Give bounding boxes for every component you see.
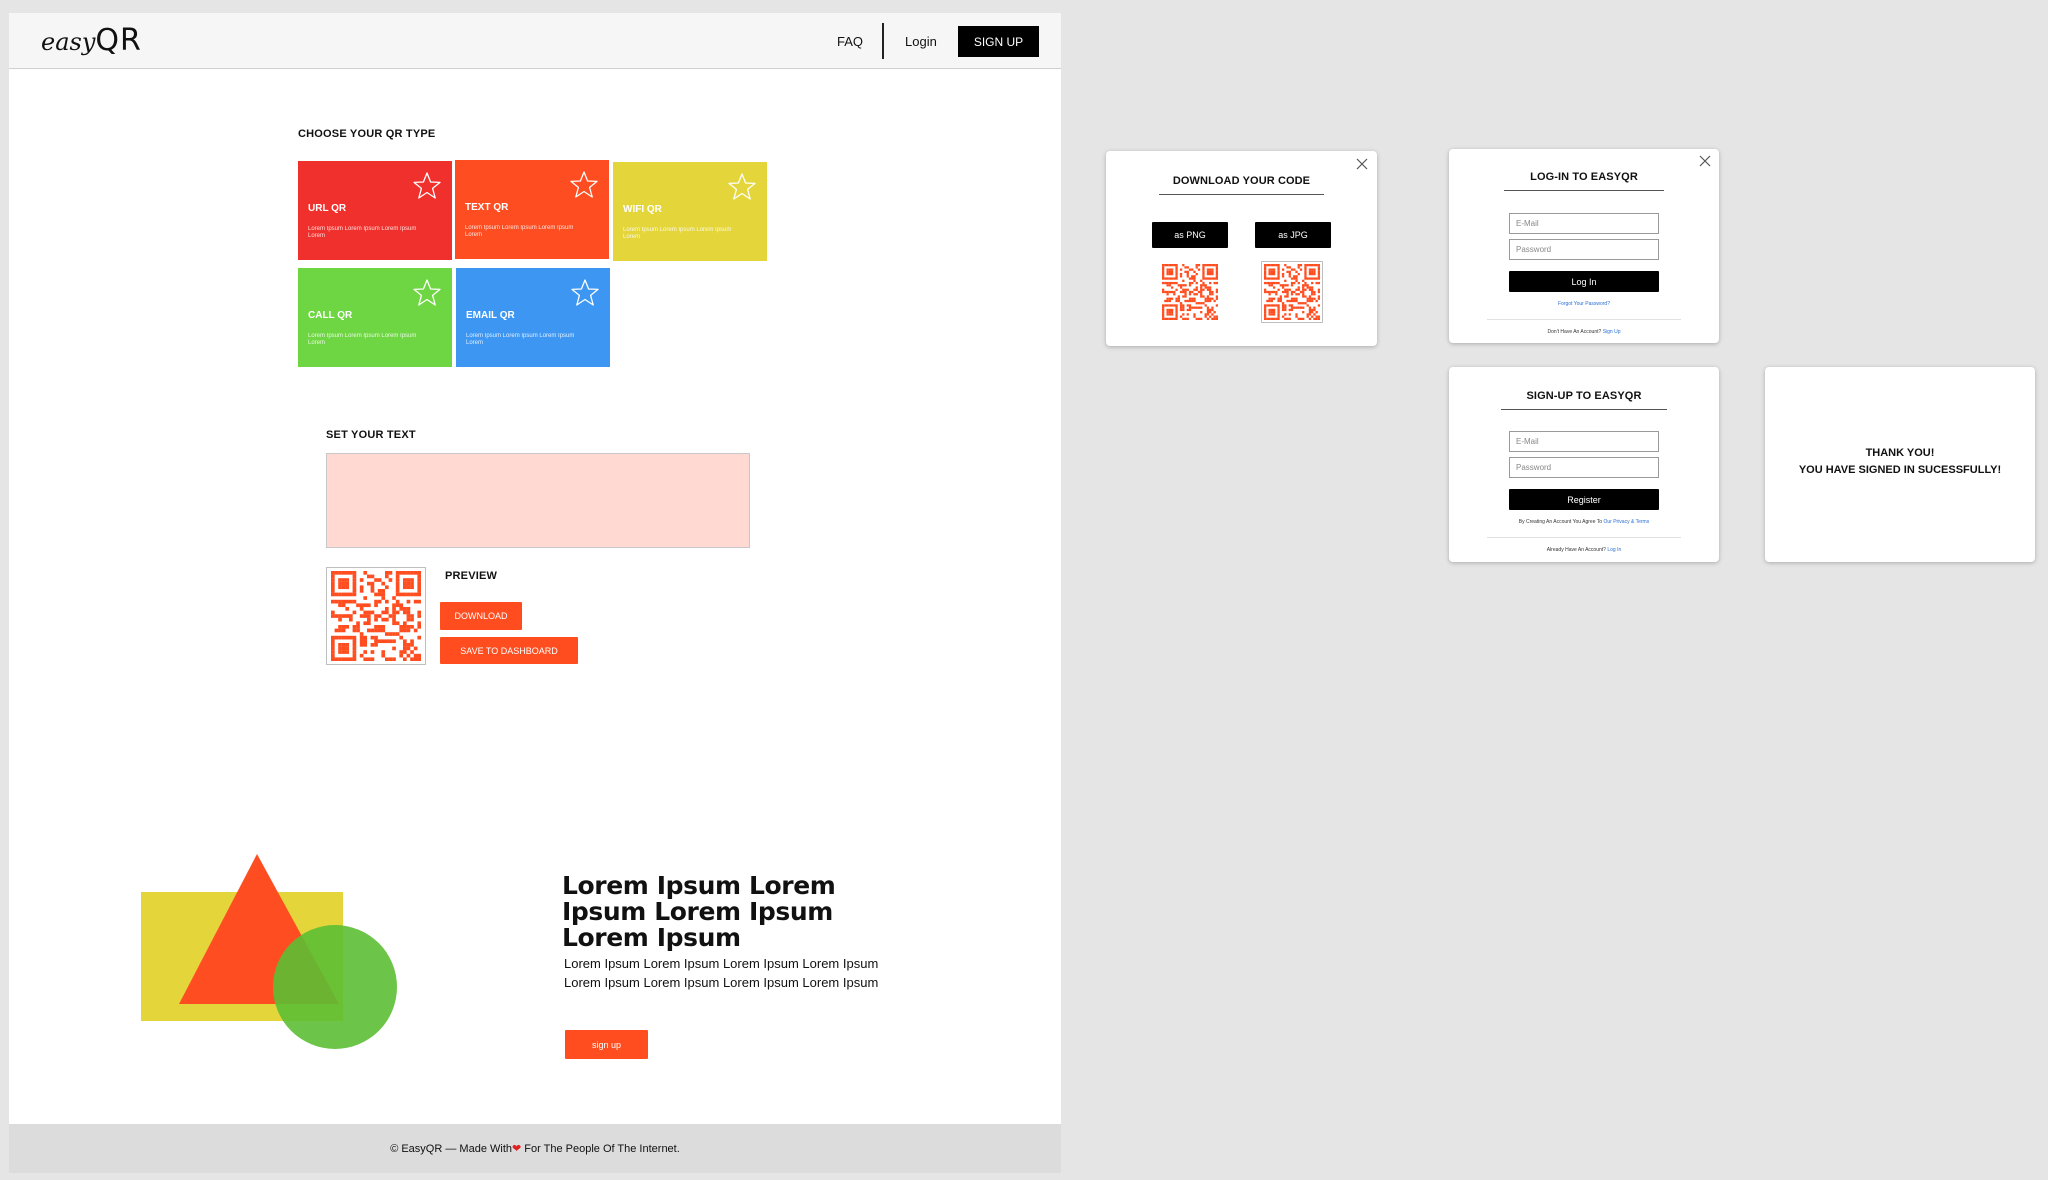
card-description: Lorem Ipsum Lorem Ipsum Lorem Ipsum Lore…: [308, 226, 417, 239]
card-description: Lorem Ipsum Lorem Ipsum Lorem Ipsum Lore…: [466, 333, 575, 346]
privacy-terms-link[interactable]: Our Privacy & Terms: [1603, 519, 1649, 525]
logo-suffix: QR: [95, 23, 142, 58]
download-png-button[interactable]: as PNG: [1152, 222, 1228, 248]
footer-text-end: For The People Of The Internet.: [521, 1142, 680, 1155]
card-title: WIFI QR: [623, 204, 662, 215]
green-circle-shape: [273, 925, 397, 1049]
hero-title: Lorem Ipsum Lorem Ipsum Lorem Ipsum Lore…: [562, 871, 836, 952]
no-account-text: Don't Have An Account?: [1547, 329, 1602, 335]
footer-text-start: © EasyQR — Made With: [390, 1142, 512, 1155]
forgot-password-link[interactable]: Forgot Your Password?: [1558, 301, 1610, 307]
jpg-qr-code: [1264, 264, 1320, 320]
hero-illustration: [141, 854, 397, 1049]
preview-title: PREVIEW: [445, 570, 498, 582]
main-page: easyQR FAQ Login SIGN UP CHOOSE YOUR QR …: [9, 13, 1061, 1173]
title-underline: [1159, 194, 1324, 195]
login-password-field[interactable]: [1509, 239, 1659, 260]
qr-type-card-call-qr[interactable]: CALL QR Lorem Ipsum Lorem Ipsum Lorem Ips…: [298, 268, 452, 367]
login-modal-title: LOG-IN TO EASYQR: [1530, 171, 1638, 183]
card-title: EMAIL QR: [466, 310, 515, 321]
nav-signup-button[interactable]: SIGN UP: [958, 26, 1039, 57]
qr-type-card-text-qr[interactable]: TEXT QR Lorem Ipsum Lorem Ipsum Lorem Ips…: [455, 160, 609, 259]
terms-text: By Creating An Account You Agree To: [1518, 519, 1603, 525]
register-button[interactable]: Register: [1509, 489, 1659, 510]
save-to-dashboard-button[interactable]: SAVE TO DASHBOARD: [440, 637, 578, 664]
qr-text-input[interactable]: [326, 453, 750, 548]
download-jpg-button[interactable]: as JPG: [1255, 222, 1331, 248]
star-icon[interactable]: [412, 171, 442, 201]
have-account-text: Already Have An Account?: [1546, 547, 1606, 553]
logo[interactable]: easyQR: [41, 23, 142, 58]
signup-link[interactable]: Sign Up: [1603, 329, 1621, 335]
download-modal: DOWNLOAD YOUR CODE as PNG as JPG: [1106, 151, 1377, 346]
qr-type-card-url-qr[interactable]: URL QR Lorem Ipsum Lorem Ipsum Lorem Ipsu…: [298, 161, 452, 260]
divider: [1487, 537, 1681, 538]
set-text-title: SET YOUR TEXT: [326, 429, 416, 441]
signup-password-field[interactable]: [1509, 457, 1659, 478]
title-underline: [1501, 409, 1667, 410]
login-modal: LOG-IN TO EASYQR Log In Forgot Your Pass…: [1449, 149, 1719, 343]
hero-body-text: Lorem Ipsum Lorem Ipsum Lorem Ipsum Lore…: [564, 956, 879, 990]
nav-login-link[interactable]: Login: [905, 34, 937, 49]
choose-qr-type-title: CHOOSE YOUR QR TYPE: [298, 128, 436, 140]
nav-divider: [882, 23, 884, 59]
star-icon[interactable]: [727, 172, 757, 202]
logo-prefix: easy: [41, 28, 96, 56]
top-navbar: easyQR FAQ Login SIGN UP: [9, 13, 1061, 69]
card-title: TEXT QR: [465, 202, 509, 213]
card-description: Lorem Ipsum Lorem Ipsum Lorem Ipsum Lore…: [465, 225, 574, 238]
download-button[interactable]: DOWNLOAD: [440, 602, 522, 630]
no-account-row: Don't Have An Account? Sign Up: [1449, 329, 1719, 335]
qr-preview-frame: [326, 567, 426, 665]
png-qr-frame: [1160, 262, 1220, 322]
login-email-field[interactable]: [1509, 213, 1659, 234]
close-icon[interactable]: [1699, 155, 1711, 167]
thank-you-modal: THANK YOU! YOU HAVE SIGNED IN SUCESSFULL…: [1765, 367, 2035, 562]
qr-type-card-wifi-qr[interactable]: WIFI QR Lorem Ipsum Lorem Ipsum Lorem Ips…: [613, 162, 767, 261]
title-underline: [1504, 190, 1664, 191]
nav-faq-link[interactable]: FAQ: [837, 34, 863, 49]
png-qr-code: [1162, 264, 1218, 320]
qr-type-card-email-qr[interactable]: EMAIL QR Lorem Ipsum Lorem Ipsum Lorem Ip…: [456, 268, 610, 367]
star-icon[interactable]: [412, 278, 442, 308]
heart-icon: ❤: [512, 1143, 522, 1155]
have-account-row: Already Have An Account? Log In: [1449, 547, 1719, 553]
card-title: CALL QR: [308, 310, 353, 321]
qr-code-preview: [331, 571, 421, 661]
signed-in-message: YOU HAVE SIGNED IN SUCESSFULLY!: [1798, 464, 2002, 476]
close-icon[interactable]: [1356, 158, 1368, 170]
star-icon[interactable]: [570, 278, 600, 308]
download-modal-title: DOWNLOAD YOUR CODE: [1172, 175, 1311, 187]
hero-signup-button[interactable]: sign up: [565, 1030, 648, 1059]
card-title: URL QR: [308, 203, 347, 214]
card-description: Lorem Ipsum Lorem Ipsum Lorem Ipsum Lore…: [623, 227, 732, 240]
signup-modal: SIGN-UP TO EASYQR Register By Creating A…: [1449, 367, 1719, 562]
star-icon[interactable]: [569, 170, 599, 200]
signup-email-field[interactable]: [1509, 431, 1659, 452]
divider: [1487, 319, 1681, 320]
footer: © EasyQR — Made With ❤ For The People Of…: [9, 1124, 1061, 1173]
login-link[interactable]: Log In: [1607, 547, 1621, 553]
thank-you-title: THANK YOU!: [1865, 447, 1935, 459]
jpg-qr-frame: [1261, 261, 1323, 323]
terms-row: By Creating An Account You Agree To Our …: [1449, 519, 1719, 525]
login-button[interactable]: Log In: [1509, 271, 1659, 292]
card-description: Lorem Ipsum Lorem Ipsum Lorem Ipsum Lore…: [308, 333, 417, 346]
signup-modal-title: SIGN-UP TO EASYQR: [1526, 390, 1642, 402]
